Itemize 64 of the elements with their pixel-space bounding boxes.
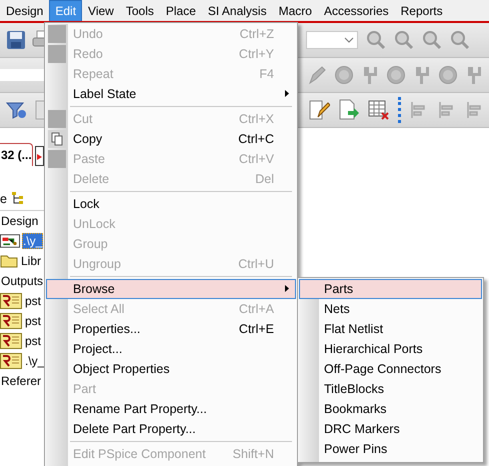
tree-item[interactable]: Referer xyxy=(0,373,42,389)
menu-item[interactable]: Rename Part Property... xyxy=(46,399,296,419)
dropdown-field[interactable] xyxy=(306,31,358,49)
menu-item[interactable]: Design xyxy=(0,0,50,21)
menu-item[interactable]: Macro xyxy=(272,0,318,21)
probe-icon[interactable] xyxy=(414,65,430,85)
export-icon[interactable] xyxy=(338,99,360,121)
submenu-arrow-icon xyxy=(285,90,289,97)
menu-item[interactable]: Reports xyxy=(394,0,449,21)
menu-item[interactable]: Label State xyxy=(46,84,296,104)
menu-item[interactable]: Flat Netlist xyxy=(299,319,482,339)
folder-icon xyxy=(0,254,18,268)
tree-item[interactable]: Libr xyxy=(20,253,42,269)
menu-item[interactable]: Place xyxy=(160,0,202,21)
tree-item[interactable]: .\y_ xyxy=(24,353,46,369)
report-icon xyxy=(0,333,22,349)
save-icon[interactable] xyxy=(6,30,26,50)
probe-icon[interactable] xyxy=(438,65,458,85)
menu-item[interactable]: Off-Page Connectors xyxy=(299,359,482,379)
submenu-arrow-icon xyxy=(285,285,289,292)
menu-item[interactable]: Accessories xyxy=(318,0,395,21)
menu-item[interactable]: Object Properties xyxy=(46,359,296,379)
menu-item[interactable]: View xyxy=(82,0,120,21)
probe-icon[interactable] xyxy=(466,65,482,85)
filter-icon[interactable] xyxy=(6,100,28,120)
magnifier-icon[interactable] xyxy=(394,30,414,50)
chevron-icon xyxy=(344,37,354,43)
document-tab[interactable]: 32 (... xyxy=(0,143,33,166)
menu-item[interactable]: Delete Part Property... xyxy=(46,419,296,439)
probe-icon[interactable] xyxy=(334,65,354,85)
pencil-icon[interactable] xyxy=(308,65,326,85)
menu-item[interactable]: Copy Ctrl+C xyxy=(46,129,296,149)
menu-item[interactable]: Parts xyxy=(299,279,482,299)
tree-item[interactable]: pst xyxy=(24,333,42,349)
tree-item[interactable]: Outputs xyxy=(0,273,44,289)
menu-item[interactable]: Browse xyxy=(46,279,296,299)
magnifier-icon[interactable] xyxy=(450,30,470,50)
tree-item[interactable]: pst xyxy=(24,293,42,309)
menu-item[interactable]: Properties... Ctrl+E xyxy=(46,319,296,339)
menu-item[interactable]: Project... xyxy=(46,339,296,359)
menu-item[interactable]: DRC Markers xyxy=(299,419,482,439)
menu-item[interactable]: Lock xyxy=(46,194,296,214)
probe-icon[interactable] xyxy=(362,65,378,85)
menu-item[interactable]: TitleBlocks xyxy=(299,379,482,399)
report-icon xyxy=(0,353,22,369)
menu-item[interactable]: Bookmarks xyxy=(299,399,482,419)
table-delete-icon[interactable] xyxy=(368,99,390,121)
report-icon xyxy=(0,313,22,329)
probe-icon[interactable] xyxy=(386,65,406,85)
menu-item[interactable]: SI Analysis xyxy=(202,0,273,21)
edit-document-icon[interactable] xyxy=(308,99,330,121)
tree-item[interactable]: Design xyxy=(0,213,40,229)
panel-tab[interactable]: e xyxy=(0,192,7,206)
menu-item[interactable]: Hierarchical Ports xyxy=(299,339,482,359)
menu-item[interactable]: Power Pins xyxy=(299,439,482,459)
input-field[interactable] xyxy=(0,69,44,81)
menu-item[interactable]: Nets xyxy=(299,299,482,319)
tree-item[interactable]: .\y_ xyxy=(22,233,44,249)
tree-item[interactable]: pst xyxy=(24,313,42,329)
magnifier-icon[interactable] xyxy=(422,30,442,50)
menu-item[interactable]: Tools xyxy=(120,0,160,21)
report-icon xyxy=(0,293,22,309)
schematic-icon xyxy=(0,233,20,249)
magnifier-icon[interactable] xyxy=(366,30,386,50)
